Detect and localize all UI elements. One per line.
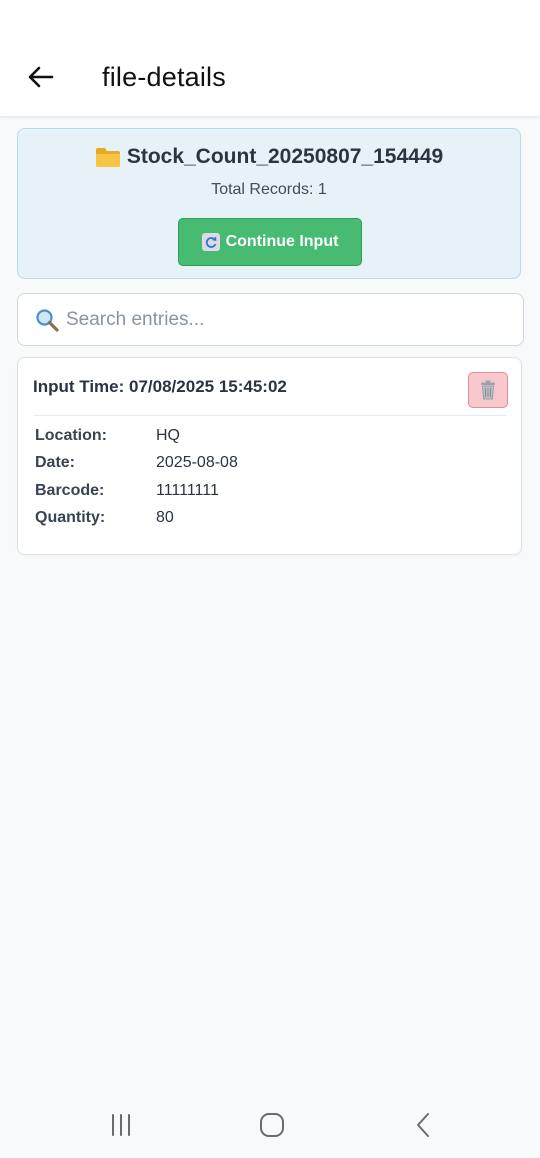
home-icon	[260, 1113, 284, 1137]
app-screen: file-details Stock_Count_20250807_154449…	[0, 0, 540, 1158]
recent-apps-button[interactable]	[101, 1109, 141, 1141]
page-title: file-details	[102, 62, 226, 92]
entry-divider	[33, 415, 506, 416]
arrow-left-icon	[28, 66, 54, 88]
folder-icon	[95, 148, 120, 167]
delete-entry-button[interactable]	[468, 372, 508, 408]
total-records: Total Records: 1	[211, 181, 327, 198]
trash-icon	[481, 380, 495, 400]
back-icon	[417, 1113, 429, 1137]
system-nav-bar	[0, 1095, 540, 1158]
search-box[interactable]	[17, 293, 524, 346]
entry-card: Input Time: 07/08/2025 15:45:02 Location…	[17, 357, 522, 555]
field-value: 80	[156, 509, 174, 526]
refresh-icon	[201, 233, 220, 251]
file-name: Stock_Count_20250807_154449	[126, 145, 444, 168]
field-value: 2025-08-08	[156, 454, 238, 471]
file-title: Stock_Count_20250807_154449	[18, 145, 520, 169]
field-label: Barcode:	[35, 482, 105, 499]
continue-input-label: Continue Input	[225, 233, 339, 250]
entry-input-time: Input Time: 07/08/2025 15:45:02	[33, 377, 287, 396]
back-button[interactable]	[20, 57, 60, 97]
field-value: 11111111	[156, 482, 219, 499]
search-input[interactable]	[64, 307, 508, 332]
field-value: HQ	[156, 427, 180, 444]
recent-apps-icon	[112, 1114, 130, 1136]
field-label: Location:	[35, 427, 107, 444]
file-summary-card: Stock_Count_20250807_154449 Total Record…	[17, 128, 521, 279]
search-icon	[36, 308, 59, 332]
field-label: Quantity:	[35, 509, 106, 526]
app-bar: file-details	[0, 0, 540, 116]
field-label: Date:	[35, 454, 76, 471]
system-back-button[interactable]	[403, 1109, 443, 1141]
continue-input-button[interactable]: Continue Input	[178, 218, 362, 266]
home-button[interactable]	[252, 1109, 292, 1141]
